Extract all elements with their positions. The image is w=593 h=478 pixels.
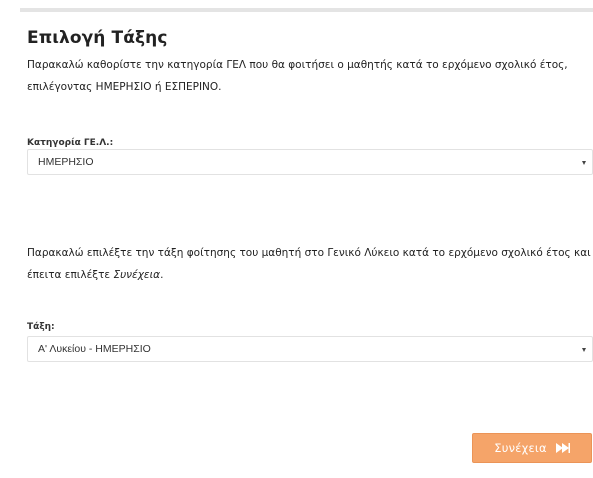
category-instructions: Παρακαλώ καθορίστε την κατηγορία ΓΕΛ που… [27, 59, 568, 93]
class-select[interactable]: Α' Λυκείου - ΗΜΕΡΗΣΙΟ [27, 336, 593, 362]
top-divider [20, 8, 593, 12]
continue-button[interactable]: Συνέχεια [472, 433, 592, 463]
category-select[interactable]: ΗΜΕΡΗΣΙΟ [27, 149, 593, 175]
class-selection-page: Επιλογή Τάξης Παρακαλώ καθορίστε την κατ… [0, 0, 593, 478]
class-select-value: Α' Λυκείου - ΗΜΕΡΗΣΙΟ [38, 343, 151, 355]
class-instructions-end: . [160, 269, 164, 281]
category-label: Κατηγορία ΓΕ.Λ.: [27, 138, 114, 148]
class-label: Τάξη: [27, 322, 55, 332]
page-title: Επιλογή Τάξης [27, 28, 168, 48]
class-instructions: Παρακαλώ επιλέξτε την τάξη φοίτησης του … [27, 242, 592, 286]
caret-down-icon [582, 161, 586, 165]
category-select-value: ΗΜΕΡΗΣΙΟ [38, 156, 94, 168]
continue-button-label: Συνέχεια [494, 441, 547, 455]
class-instructions-text: Παρακαλώ επιλέξτε την τάξη φοίτησης του … [27, 247, 591, 281]
class-instructions-emphasis: Συνέχεια [113, 269, 161, 281]
caret-down-icon [582, 348, 586, 352]
fast-forward-icon [555, 443, 570, 453]
